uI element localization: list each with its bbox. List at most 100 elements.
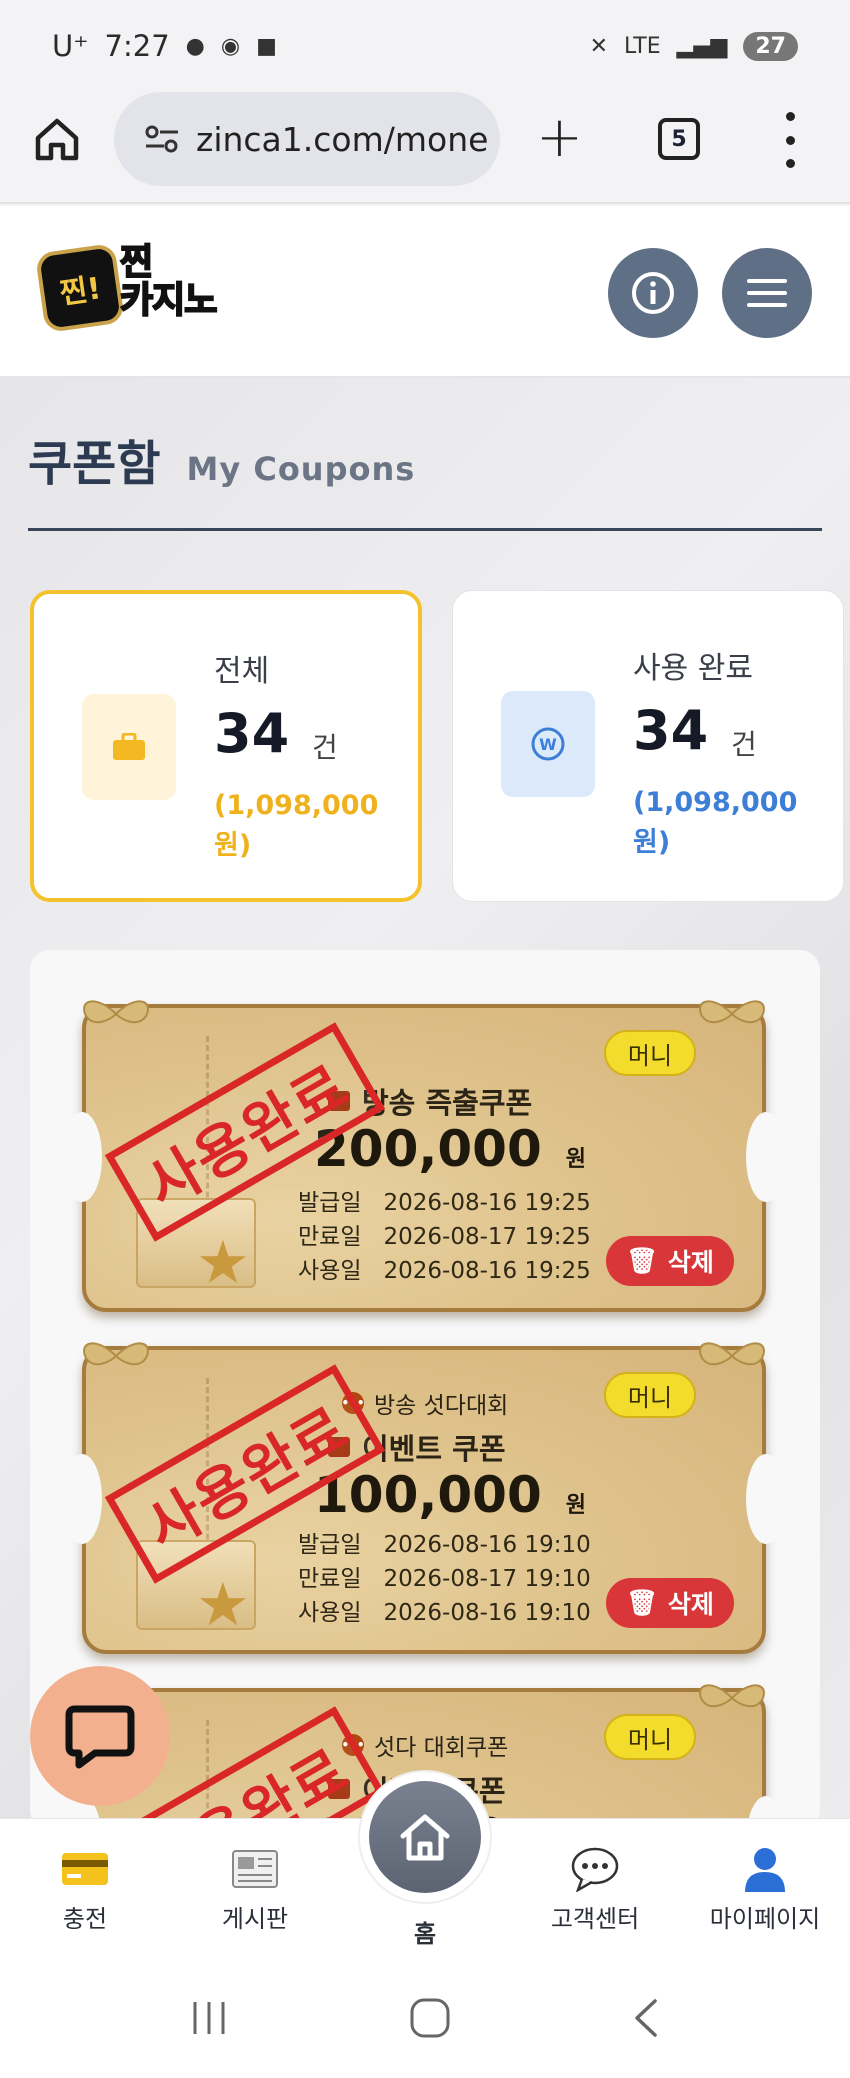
total-unit: 건 [312, 731, 338, 764]
logo-text-line2: 카지노 [119, 280, 218, 321]
signal-icon: ▂▄▆ [676, 33, 728, 59]
bulb-icon: ● [185, 33, 205, 59]
nav-support-label: 고객센터 [550, 1905, 640, 1933]
coupon-subtitle: ••• 방송 섯다대회 [342, 1386, 508, 1420]
nav-home-button[interactable] [360, 1772, 490, 1902]
speech-bubble-icon [530, 1845, 660, 1893]
total-count: 34 [214, 702, 290, 765]
nav-support[interactable]: 고객센터 [530, 1845, 660, 1934]
nav-charge-label: 충전 [62, 1905, 108, 1933]
url-text: zinca1.com/mone [196, 119, 489, 159]
ribbon-bow-icon [699, 1000, 765, 1024]
won-coin-icon: W [501, 691, 595, 797]
ribbon-bow-icon [83, 1000, 149, 1024]
used-date: 2026-08-16 19:10 [383, 1600, 591, 1626]
browser-home-icon[interactable] [32, 114, 82, 164]
trash-icon: 🗑 [626, 1246, 658, 1275]
delete-button[interactable]: 🗑 삭제 [606, 1578, 734, 1628]
nav-home-label: 홈 [413, 1920, 437, 1948]
page-title: 쿠폰함 My Coupons [28, 424, 415, 494]
carrier-label: U⁺ [52, 29, 89, 63]
nav-mypage-label: 마이페이지 [709, 1905, 821, 1933]
used-unit: 건 [731, 728, 757, 761]
money-badge: 머니 [604, 1714, 696, 1760]
browser-toolbar: zinca1.com/mone + 5 [0, 92, 850, 204]
newspaper-icon [190, 1845, 320, 1893]
battery-level: 27 [743, 31, 798, 61]
clock: 7:27 [104, 29, 170, 63]
site-header: 찐! 찐 카지노 [0, 206, 850, 378]
address-bar[interactable]: zinca1.com/mone [114, 92, 500, 186]
main-content: 쿠폰함 My Coupons 전체 34 건 (1,098,000원) W 사용… [0, 378, 850, 1830]
status-bar: U⁺ 7:27 ● ◉ ■ ✕ LTE ▂▄▆ 27 [0, 0, 850, 92]
coupon-won: 원 [565, 1147, 586, 1172]
expires-date: 2026-08-17 19:25 [383, 1224, 591, 1250]
coupon-amount-value: 100,000 [314, 1466, 542, 1524]
mute-icon: ✕ [589, 33, 609, 59]
used-date: 2026-08-16 19:25 [383, 1258, 591, 1284]
ribbon-bow-icon [83, 1342, 149, 1366]
total-coupons-card[interactable]: 전체 34 건 (1,098,000원) [30, 590, 422, 902]
delete-label: 삭제 [667, 1590, 714, 1619]
user-icon [700, 1845, 830, 1893]
home-system-icon[interactable] [408, 1996, 452, 2040]
issued-date: 2026-08-16 19:10 [383, 1532, 591, 1558]
issued-label: 발급일 [298, 1190, 362, 1216]
coupon-card[interactable]: ★ 머니 방송 즉출쿠폰 200,000 원 발급일 2026-08-16 19:2… [62, 1000, 786, 1312]
used-date-label: 사용일 [298, 1258, 362, 1284]
used-coupons-card[interactable]: W 사용 완료 34 건 (1,098,000원) [452, 590, 844, 902]
star-icon: ★ [196, 1228, 250, 1298]
coupon-card[interactable]: ★ 머니 ••• 방송 섯다대회 이벤트 쿠폰 100,000 원 발급일 2026-… [62, 1342, 786, 1654]
nav-charge[interactable]: 충전 [20, 1845, 150, 1934]
delete-label: 삭제 [667, 1248, 714, 1277]
used-amount: (1,098,000원) [633, 787, 798, 858]
info-button[interactable] [608, 248, 698, 338]
issued-date: 2026-08-16 19:25 [383, 1190, 591, 1216]
logo-badge: 찐! [34, 242, 126, 334]
info-icon [632, 272, 674, 314]
trash-icon: 🗑 [626, 1588, 658, 1617]
coupon-name-text: 방송 즉출쿠폰 [362, 1086, 533, 1120]
money-badge: 머니 [604, 1030, 696, 1076]
briefcase-icon [82, 694, 176, 800]
issued-label: 발급일 [298, 1532, 362, 1558]
site-logo[interactable]: 찐! 찐 카지노 [34, 238, 236, 338]
total-amount: (1,098,000원) [214, 790, 379, 861]
more-menu-icon[interactable] [780, 112, 800, 168]
coupon-won: 원 [565, 1493, 586, 1518]
recent-apps-icon[interactable] [189, 2000, 229, 2036]
logo-text-line1: 찐 [119, 242, 154, 283]
nav-board-label: 게시판 [221, 1905, 289, 1933]
expires-label: 만료일 [298, 1566, 362, 1592]
talk-icon: ◉ [220, 33, 241, 59]
network-label: LTE [624, 33, 661, 59]
home-icon [400, 1814, 450, 1861]
money-badge: 머니 [604, 1372, 696, 1418]
hamburger-icon [747, 279, 787, 307]
nav-board[interactable]: 게시판 [190, 1845, 320, 1934]
menu-button[interactable] [722, 248, 812, 338]
title-divider [28, 528, 822, 531]
site-settings-icon[interactable] [144, 124, 180, 154]
coupon-subtitle-text: 섯다 대회쿠폰 [374, 1735, 509, 1761]
chat-icon [65, 1705, 135, 1769]
ribbon-bow-icon [699, 1342, 765, 1366]
nav-mypage[interactable]: 마이페이지 [700, 1845, 830, 1934]
total-label: 전체 [214, 654, 270, 689]
live-chat-button[interactable] [30, 1666, 170, 1806]
coupon-amount: 100,000 원 [314, 1466, 586, 1524]
coupon-dates: 발급일 2026-08-16 19:25 만료일 2026-08-17 19:25 … [298, 1186, 591, 1288]
back-icon[interactable] [631, 1998, 661, 2038]
coupon-dates: 발급일 2026-08-16 19:10 만료일 2026-08-17 19:10 … [298, 1528, 591, 1630]
logo-text: 찐 카지노 [119, 242, 218, 321]
tab-switcher-button[interactable]: 5 [658, 118, 700, 160]
coupon-subtitle-text: 방송 섯다대회 [374, 1393, 509, 1419]
delete-button[interactable]: 🗑 삭제 [606, 1236, 734, 1286]
svg-text:W: W [539, 735, 557, 754]
ribbon-bow-icon [699, 1684, 765, 1708]
used-count: 34 [633, 699, 709, 762]
star-icon: ★ [196, 1570, 250, 1640]
expires-label: 만료일 [298, 1224, 362, 1250]
new-tab-icon[interactable]: + [536, 98, 583, 178]
expires-date: 2026-08-17 19:10 [383, 1566, 591, 1592]
